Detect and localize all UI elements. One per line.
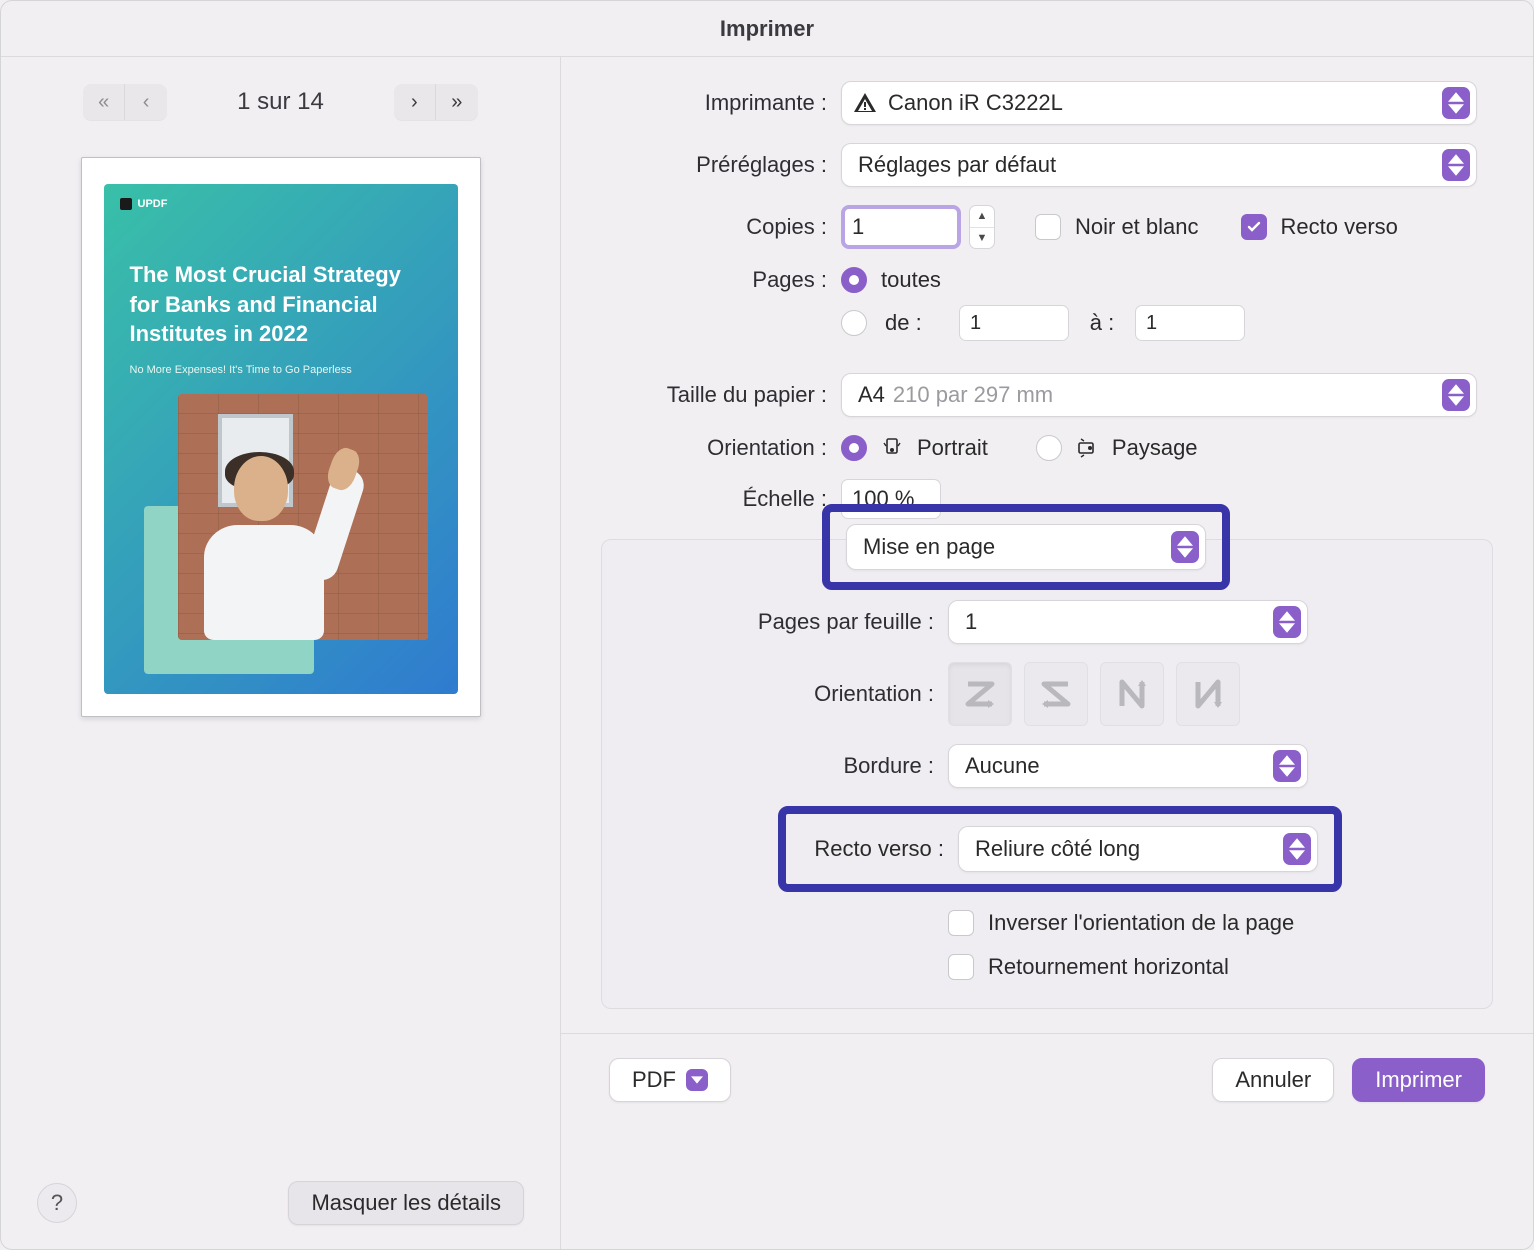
portrait-icon [881,437,903,459]
chevron-updown-icon [1283,833,1311,865]
landscape-label: Paysage [1112,435,1198,461]
dialog-title: Imprimer [1,1,1533,57]
reverse-orientation-checkbox[interactable] [948,910,974,936]
label-pps: Pages par feuille : [638,609,934,635]
pages-from-label: de : [885,310,941,336]
section-select[interactable]: Mise en page [846,524,1206,570]
doc-title: The Most Crucial Strategy for Banks and … [130,260,418,349]
pdf-button[interactable]: PDF [609,1058,731,1102]
orientation-portrait-radio[interactable] [841,435,867,461]
label-orientation: Orientation : [597,435,827,461]
chevron-updown-icon [1442,149,1470,181]
label-border: Bordure : [638,753,934,779]
landscape-icon [1076,437,1098,459]
duplex-highlight: Recto verso : Reliure côté long [778,806,1342,892]
pages-all-label: toutes [881,267,941,293]
label-paper: Taille du papier : [597,382,827,408]
paper-select[interactable]: A4 210 par 297 mm [841,373,1477,417]
settings-panel: Imprimante : Canon iR C3222L Préréglages [561,57,1533,1249]
portrait-label: Portrait [917,435,988,461]
label-pages: Pages : [597,267,827,293]
cancel-button[interactable]: Annuler [1212,1058,1334,1102]
print-button[interactable]: Imprimer [1352,1058,1485,1102]
label-printer: Imprimante : [597,90,827,116]
duplex-value: Reliure côté long [975,836,1140,862]
chevron-down-icon [686,1069,708,1091]
duplex-select[interactable]: Reliure côté long [958,826,1318,872]
stepper-up-icon: ▲ [970,206,994,228]
twosided-label: Recto verso [1281,214,1398,240]
pdf-label: PDF [632,1067,676,1093]
doc-photo [144,394,428,674]
border-select[interactable]: Aucune [948,744,1308,788]
reverse-orientation-label: Inverser l'orientation de la page [988,910,1294,936]
pages-from-input[interactable]: 1 [959,305,1069,341]
hide-details-button[interactable]: Masquer les détails [288,1181,524,1225]
presets-select[interactable]: Réglages par défaut [841,143,1477,187]
goto-last-button[interactable]: » [436,84,478,120]
doc-logo: UPDF [120,198,168,210]
layout-z-button[interactable] [948,662,1012,726]
printer-value: Canon iR C3222L [888,90,1063,116]
goto-next-button[interactable]: › [394,84,436,120]
stepper-down-icon: ▼ [970,228,994,249]
pps-value: 1 [965,609,977,635]
preview-panel: « ‹ 1 sur 14 › » UPDF The Most Crucial S… [1,57,561,1249]
preview-next-group: › » [394,84,478,120]
presets-value: Réglages par défaut [858,152,1056,178]
paper-name: A4 [858,382,885,408]
pps-select[interactable]: 1 [948,600,1308,644]
preview-page: UPDF The Most Crucial Strategy for Banks… [81,157,481,717]
border-value: Aucune [965,753,1040,779]
printer-select[interactable]: Canon iR C3222L [841,81,1477,125]
orientation-landscape-radio[interactable] [1036,435,1062,461]
page-indicator: 1 sur 14 [237,88,324,116]
bw-checkbox[interactable] [1035,214,1061,240]
label-copies: Copies : [597,214,827,240]
flip-horizontal-label: Retournement horizontal [988,954,1229,980]
bw-label: Noir et blanc [1075,214,1199,240]
twosided-checkbox[interactable] [1241,214,1267,240]
flip-horizontal-checkbox[interactable] [948,954,974,980]
pages-range-radio[interactable] [841,310,867,336]
help-button[interactable]: ? [37,1183,77,1223]
label-layout-orientation: Orientation : [638,681,934,707]
goto-prev-button[interactable]: ‹ [125,84,167,120]
chevron-updown-icon [1442,379,1470,411]
chevron-updown-icon [1442,87,1470,119]
pages-to-input[interactable]: 1 [1135,305,1245,341]
preview-prev-group: « ‹ [83,84,167,120]
copies-input[interactable]: 1 [841,205,961,249]
layout-panel: Mise en page Pages par feuille : 1 [601,539,1493,1009]
label-duplex: Recto verso : [802,836,944,862]
label-scale: Échelle : [597,486,827,512]
layout-n-button[interactable] [1100,662,1164,726]
goto-first-button[interactable]: « [83,84,125,120]
copies-stepper[interactable]: ▲ ▼ [969,205,995,249]
section-value: Mise en page [863,534,995,560]
paper-dimensions: 210 par 297 mm [893,382,1053,408]
print-dialog: Imprimer « ‹ 1 sur 14 › » UPDF The Mo [0,0,1534,1250]
warning-icon [852,90,878,116]
chevron-updown-icon [1273,606,1301,638]
pages-to-label: à : [1087,310,1117,336]
section-highlight: Mise en page [822,504,1230,590]
doc-subtitle: No More Expenses! It's Time to Go Paperl… [130,364,352,376]
layout-s-button[interactable] [1024,662,1088,726]
chevron-updown-icon [1171,531,1199,563]
label-presets: Préréglages : [597,152,827,178]
layout-n2-button[interactable] [1176,662,1240,726]
pages-all-radio[interactable] [841,267,867,293]
chevron-updown-icon [1273,750,1301,782]
